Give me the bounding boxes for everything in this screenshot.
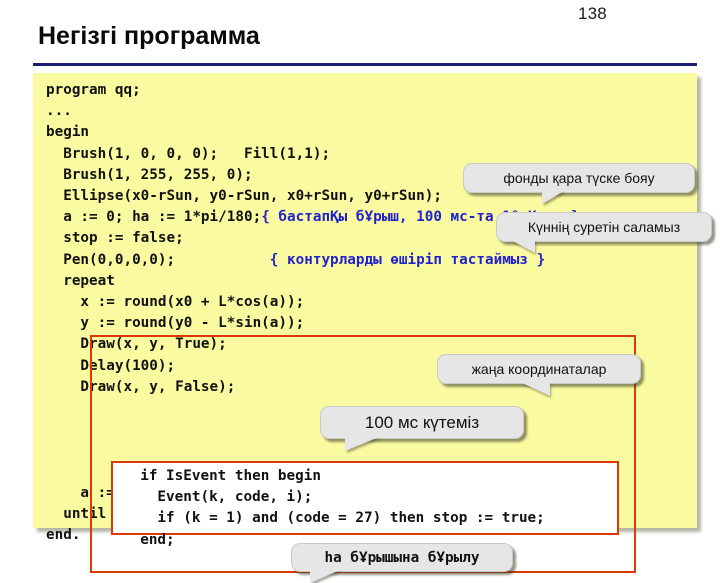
callout-tail: [345, 437, 379, 451]
callout-tail: [310, 570, 340, 583]
code-segment-2: stop := false; Pen(0,0,0,0);: [63, 230, 184, 268]
callout-new-coordinates: жаңа координаталар: [437, 354, 641, 396]
code-segment-3: repeat x := round(x0 + L*cos(a)); y := r…: [63, 272, 305, 395]
title-divider: [33, 63, 697, 66]
callout-fill-background-label: фонды қара түске бояу: [503, 170, 655, 186]
callout-delay: 100 мс күтеміз: [320, 406, 524, 451]
callout-tail: [511, 240, 535, 253]
callout-new-coordinates-label: жаңа координаталар: [471, 361, 607, 377]
callout-turn-angle: ha бҰрышына бҰрылу: [291, 543, 513, 583]
callout-fill-background: фонды қара түске бояу: [463, 163, 695, 204]
callout-draw-sun-label: Күннің суретін саламыз: [527, 219, 681, 235]
code-segment-1: program qq; ... begin Brush(1, 0, 0, 0);…: [46, 82, 442, 226]
callout-tail: [520, 382, 550, 396]
callout-turn-angle-label: ha бҰрышына бҰрылу: [324, 549, 480, 566]
page-title: Негізгі программа: [38, 22, 260, 50]
if-event-highlight-box: if IsEvent then begin Event(k, code, i);…: [111, 461, 619, 548]
callout-draw-sun: Күннің суретін саламыз: [496, 212, 712, 253]
callout-tail: [542, 191, 564, 204]
code-comment-2: { контурларды өшіріп тастаймыз }: [269, 251, 546, 268]
page-number: 138: [578, 4, 607, 23]
if-event-code: if IsEvent then begin Event(k, code, i);…: [140, 468, 545, 548]
callout-delay-label: 100 мс күтеміз: [364, 412, 480, 432]
code-panel: program qq; ... begin Brush(1, 0, 0, 0);…: [33, 73, 712, 583]
